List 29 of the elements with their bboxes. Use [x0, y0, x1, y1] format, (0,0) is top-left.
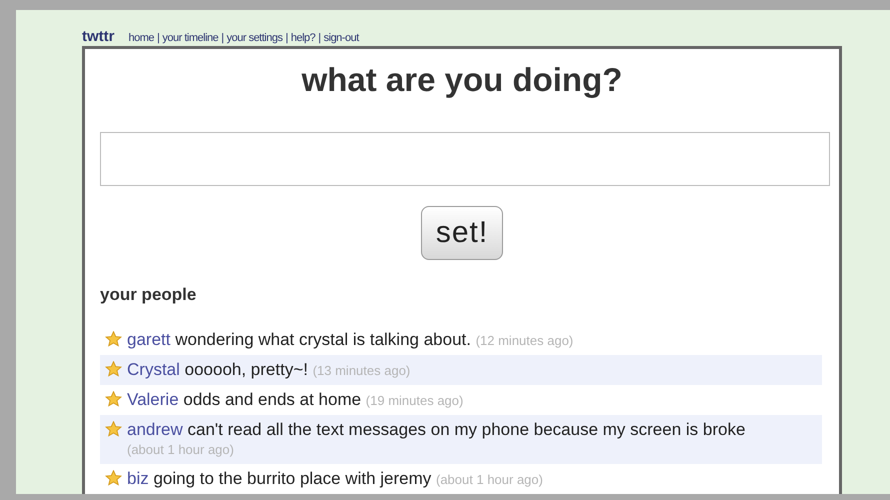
page-heading: what are you doing? [300, 62, 624, 96]
nav-link[interactable]: your timeline [162, 32, 218, 44]
section-heading: your people [100, 284, 198, 306]
nav-link[interactable]: help? [290, 32, 316, 44]
nav-separator: | [156, 32, 160, 44]
nav-link[interactable]: sign-out [324, 32, 359, 44]
star-icon[interactable] [105, 331, 122, 347]
nav-link[interactable]: your settings [226, 32, 282, 44]
user-link[interactable]: Crystal [127, 360, 180, 379]
star-icon[interactable] [105, 361, 122, 377]
update-text: biz going to the burrito place with jeremy (about 1 hour ago) [127, 469, 544, 489]
update-text: garett wondering what crystal is talking about. (12 minutes ago) [127, 330, 574, 350]
star-icon[interactable] [105, 421, 122, 437]
logo[interactable]: twttr [82, 28, 114, 44]
nav-separator: | [317, 32, 322, 44]
user-link[interactable]: biz [127, 469, 149, 488]
user-link[interactable]: garett [127, 330, 170, 349]
nav-link[interactable]: home [128, 32, 154, 44]
star-icon[interactable] [105, 470, 122, 486]
update-text: Valerie odds and ends at home (19 minutes ago) [127, 390, 464, 410]
star-icon[interactable] [105, 391, 122, 407]
set-button[interactable]: set! [420, 206, 504, 260]
update-text: andrew can't read all the text messages on my phone because my screen is broke (about 1 hour ago) [127, 420, 746, 459]
user-link[interactable]: andrew [127, 420, 183, 439]
nav-separator: | [284, 32, 289, 44]
nav-separator: | [220, 32, 225, 44]
status-input[interactable] [100, 132, 830, 186]
user-link[interactable]: Valerie [127, 390, 179, 409]
update-text: Crystal oooooh, pretty~! (13 minutes ago) [127, 360, 412, 380]
